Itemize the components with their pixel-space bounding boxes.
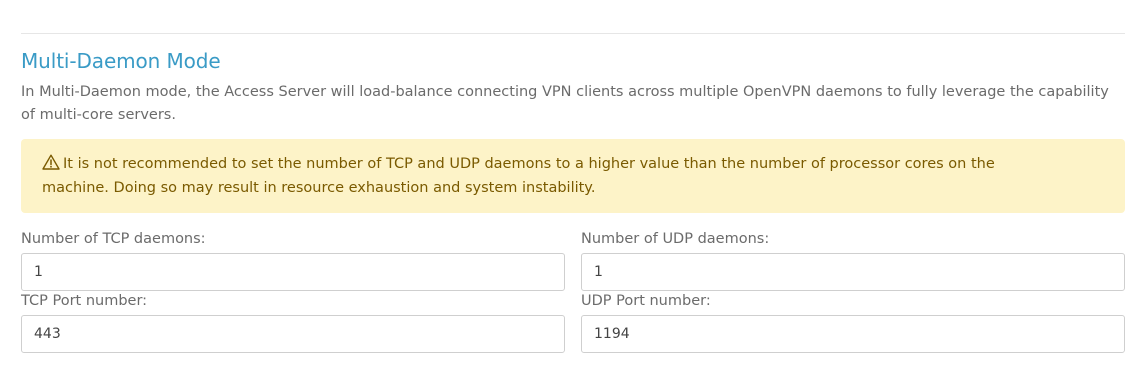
section-title: Multi-Daemon Mode	[21, 49, 221, 73]
tcp-daemons-input[interactable]	[21, 253, 565, 291]
udp-port-label: UDP Port number:	[581, 293, 711, 309]
udp-port-input[interactable]	[581, 315, 1125, 353]
warning-alert: It is not recommended to set the number …	[21, 139, 1125, 213]
tcp-port-label: TCP Port number:	[21, 293, 148, 309]
udp-daemons-label: Number of UDP daemons:	[581, 231, 770, 247]
warning-text: It is not recommended to set the number …	[42, 156, 995, 196]
tcp-port-input[interactable]	[21, 315, 565, 353]
section-divider	[21, 33, 1125, 34]
warning-icon	[42, 154, 60, 170]
section-description: In Multi-Daemon mode, the Access Server …	[21, 84, 1109, 123]
udp-daemons-input[interactable]	[581, 253, 1125, 291]
multi-daemon-panel: Multi-Daemon Mode In Multi-Daemon mode, …	[0, 0, 1146, 381]
tcp-daemons-label: Number of TCP daemons:	[21, 231, 206, 247]
